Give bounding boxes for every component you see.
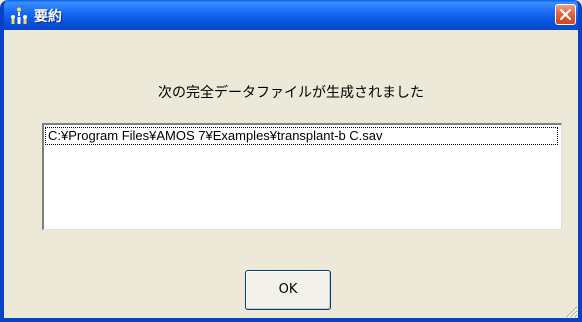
title-bar[interactable]: 要約 [4,0,578,30]
amos-app-icon [10,7,28,24]
completion-message: 次の完全データファイルが生成されました [158,85,424,101]
close-button[interactable] [555,4,576,25]
ok-button[interactable]: OK [245,270,331,310]
close-icon [559,8,572,21]
window-title: 要約 [34,9,62,25]
resize-grip-icon[interactable] [564,304,578,318]
generated-files-list[interactable]: C:¥Program Files¥AMOS 7¥Examples¥transpl… [42,123,562,230]
summary-dialog: 要約 次の完全データファイルが生成されました C:¥Program Files¥… [0,0,582,322]
list-item-file[interactable]: C:¥Program Files¥AMOS 7¥Examples¥transpl… [45,127,558,145]
